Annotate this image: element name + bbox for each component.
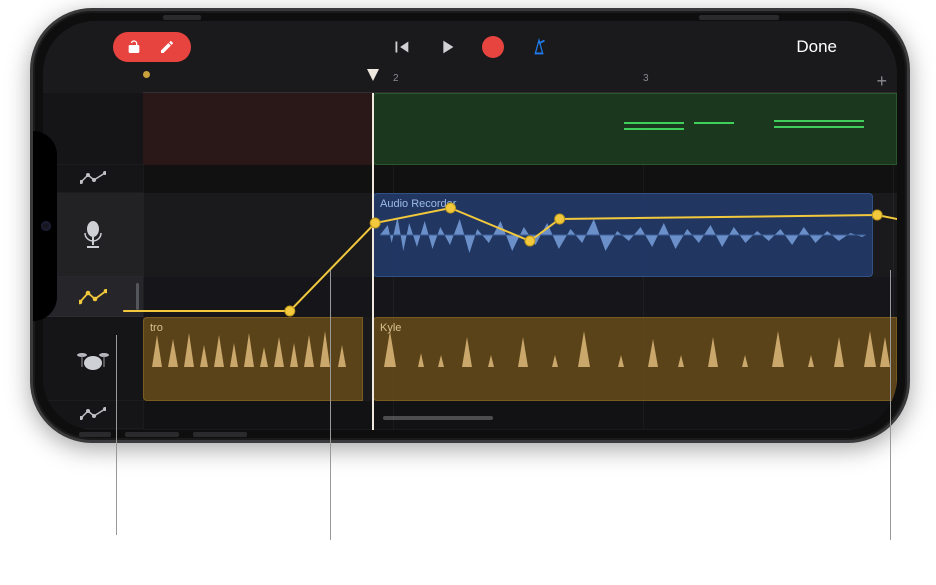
drum-waveform <box>148 340 358 394</box>
phone-notch <box>33 131 57 321</box>
record-button[interactable] <box>480 34 506 60</box>
add-section-button[interactable]: + <box>876 71 887 92</box>
track-header-midi-automation[interactable] <box>43 165 143 193</box>
track-header-audio[interactable] <box>43 193 143 277</box>
metronome-button[interactable] <box>526 34 552 60</box>
phone-button-silence <box>163 15 201 20</box>
phone-button-vol-down <box>193 432 247 437</box>
track-lane-drummer[interactable]: tro <box>143 317 897 401</box>
waveform <box>380 207 866 263</box>
track-header-audio-automation[interactable] <box>43 277 143 317</box>
phone-button-power <box>699 15 779 20</box>
midi-region[interactable] <box>373 93 897 165</box>
toolbar: Done <box>43 27 897 67</box>
audio-region[interactable]: Audio Recorder <box>373 193 873 277</box>
phone-button-vol-up <box>125 432 179 437</box>
track-lane-audio-automation[interactable] <box>143 277 897 317</box>
track-lane-audio[interactable]: Audio Recorder <box>143 193 897 277</box>
microphone-icon <box>81 221 105 256</box>
play-button[interactable] <box>434 34 460 60</box>
track-lane-midi[interactable] <box>143 93 897 165</box>
song-start-marker[interactable] <box>143 71 150 78</box>
timeline: 2 3 + <box>43 69 897 430</box>
track-headers <box>43 93 143 430</box>
drumkit-icon <box>76 345 110 376</box>
automation-icon <box>80 407 106 421</box>
done-button[interactable]: Done <box>796 37 837 57</box>
callout-line <box>330 270 331 540</box>
track-lane-midi-automation[interactable] <box>143 165 897 193</box>
callout-line <box>116 335 117 535</box>
callout-line <box>890 270 891 540</box>
ruler[interactable]: 2 3 + <box>143 69 897 93</box>
track-lanes[interactable]: Audio Recorder <box>143 93 897 430</box>
track-header-midi[interactable] <box>43 93 143 165</box>
track-header-drummer-automation[interactable] <box>43 401 143 429</box>
automation-icon <box>79 289 107 305</box>
phone-button-sleep <box>79 432 111 437</box>
drummer-region-2[interactable]: Kyle <box>373 317 897 401</box>
ruler-tick: 2 <box>393 73 399 84</box>
rewind-button[interactable] <box>388 34 414 60</box>
horizontal-scroll-indicator[interactable] <box>383 416 493 420</box>
unlock-icon <box>121 34 147 60</box>
automation-edit-toggle[interactable] <box>113 32 191 62</box>
automation-icon <box>80 171 106 185</box>
pencil-icon <box>157 37 177 57</box>
region-label: tro <box>150 322 163 334</box>
automation-handle[interactable] <box>136 283 139 310</box>
drum-waveform <box>378 340 892 394</box>
track-header-drummer[interactable] <box>43 317 143 401</box>
ruler-tick: 3 <box>643 73 649 84</box>
phone-frame: Done 2 3 + <box>30 8 910 443</box>
track-lane-drummer-automation[interactable] <box>143 401 897 429</box>
app-screen: Done 2 3 + <box>43 21 897 430</box>
